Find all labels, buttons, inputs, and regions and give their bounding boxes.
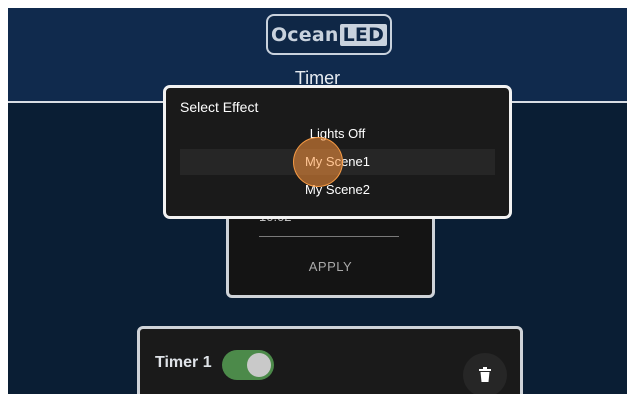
app-window: OceanLED Timer 10:02 APPLY Timer 1 Selec… xyxy=(8,8,627,394)
logo-text: Ocean xyxy=(270,23,339,46)
timer-card: Timer 1 xyxy=(137,326,523,394)
effect-option-lights-off[interactable]: Lights Off xyxy=(180,121,495,147)
apply-button[interactable]: APPLY xyxy=(229,259,432,274)
delete-timer-button[interactable] xyxy=(463,353,507,394)
toggle-knob xyxy=(247,353,271,377)
timer-name: Timer 1 xyxy=(155,354,212,371)
oceanled-logo: Ocean LED xyxy=(266,14,392,55)
effect-option-my-scene2[interactable]: My Scene2 xyxy=(180,177,495,203)
timer-enable-toggle[interactable] xyxy=(222,350,274,380)
touch-indicator xyxy=(293,137,343,187)
logo-led: LED xyxy=(339,23,388,46)
time-input-underline xyxy=(259,236,399,237)
trash-icon xyxy=(479,367,491,382)
dialog-title: Select Effect xyxy=(180,99,259,115)
